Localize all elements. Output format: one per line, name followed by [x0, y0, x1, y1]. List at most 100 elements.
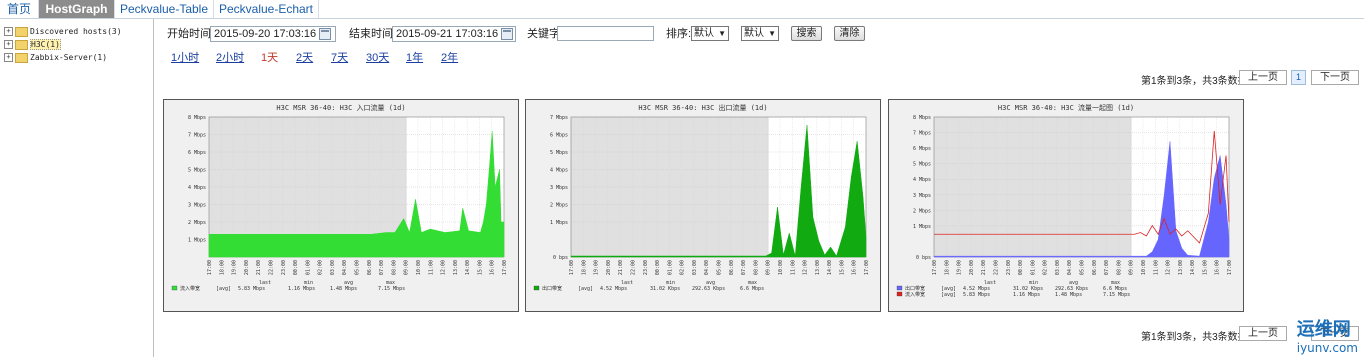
- tree-item-label: Zabbix-Server(1): [30, 53, 108, 62]
- tab-home[interactable]: 首页: [0, 0, 39, 18]
- x-tick-label: 11:00: [790, 260, 796, 275]
- x-tick-label: 02:00: [318, 260, 324, 275]
- end-time-value: 2015-09-21 17:03:16: [396, 28, 499, 40]
- clear-button[interactable]: 清除: [834, 26, 865, 41]
- y-tick-label: 6 Mbps: [188, 150, 206, 156]
- graph-canvas: 1 Mbps 2 Mbps 3 Mbps 4 Mbps 5 Mbps 6 Mbps 7 Mb…: [171, 115, 508, 292]
- page-number-button[interactable]: 1: [1291, 70, 1306, 85]
- x-tick-label: 06:00: [367, 260, 373, 275]
- keyword-input[interactable]: [557, 26, 654, 41]
- x-tick-label: 07:00: [1104, 260, 1110, 275]
- tree-item-zabbix-server[interactable]: + Zabbix-Server(1): [4, 52, 107, 64]
- search-button[interactable]: 搜索: [791, 26, 822, 41]
- x-tick-label: 07:00: [741, 260, 747, 275]
- x-tick-label: 09:00: [1129, 260, 1135, 275]
- sort-label: 排序:: [666, 28, 692, 40]
- x-tick-label: 23:00: [281, 260, 287, 275]
- time-link-1y[interactable]: 1年: [406, 49, 423, 65]
- x-tick-label: 05:00: [355, 260, 361, 275]
- y-tick-label: 0 bps: [916, 255, 931, 261]
- time-link-30d[interactable]: 30天: [366, 49, 389, 65]
- tree-item-h3c[interactable]: + H3C(1): [4, 39, 61, 51]
- next-page-button[interactable]: 下一页: [1311, 70, 1359, 85]
- tab-peckvalue-echart[interactable]: Peckvalue-Echart: [214, 0, 319, 18]
- y-tick-label: 7 Mbps: [913, 131, 931, 137]
- y-tick-label: 5 Mbps: [550, 150, 568, 156]
- x-tick-label: 17:00: [864, 260, 870, 275]
- x-tick-label: 21:00: [256, 260, 262, 275]
- x-tick-label: 23:00: [1006, 260, 1012, 275]
- x-tick-label: 06:00: [729, 260, 735, 275]
- legend-series-name: 出口带宽: [542, 285, 562, 292]
- graph-canvas: 0 bps 1 Mbps 2 Mbps 3 Mbps 4 Mbps 5 Mbps 6 Mbp…: [533, 115, 870, 292]
- y-tick-label: 8 Mbps: [188, 115, 206, 121]
- sort-field-select[interactable]: 默认 ▼: [691, 26, 729, 41]
- x-tick-label: 22:00: [268, 260, 274, 275]
- x-tick-label: 09:00: [766, 260, 772, 275]
- time-link-1d[interactable]: 1天: [261, 49, 278, 65]
- y-tick-label: 1 Mbps: [913, 224, 931, 230]
- x-tick-label: 04:00: [704, 260, 710, 275]
- x-tick-label: 08:00: [753, 260, 759, 275]
- calendar-icon[interactable]: [319, 28, 331, 40]
- x-tick-label: 01:00: [305, 260, 311, 275]
- y-tick-label: 5 Mbps: [913, 162, 931, 168]
- expand-plus-icon[interactable]: +: [4, 27, 13, 36]
- prev-page-button[interactable]: 上一页: [1239, 70, 1287, 85]
- site-watermark-logo: 运维网 iyunv.com: [1297, 315, 1358, 355]
- time-link-2h[interactable]: 2小时: [216, 49, 244, 65]
- x-tick-label: 00:00: [655, 260, 661, 275]
- time-link-7d[interactable]: 7天: [331, 49, 348, 65]
- start-time-label: 开始时间:: [167, 28, 215, 40]
- x-tick-label: 23:00: [643, 260, 649, 275]
- start-time-input[interactable]: 2015-09-20 17:03:16: [210, 26, 336, 42]
- legend-avg-value: 292.63 Kbps: [692, 286, 725, 292]
- time-link-2y[interactable]: 2年: [441, 49, 458, 65]
- y-tick-label: 5 Mbps: [188, 168, 206, 174]
- pager-info-top: 第1条到3条，共3条数据: [1141, 76, 1248, 87]
- x-tick-label: 03:00: [1055, 260, 1061, 275]
- calendar-icon[interactable]: [501, 28, 513, 40]
- expand-plus-icon[interactable]: +: [4, 53, 13, 62]
- graph-combined-traffic: H3C MSR 36-40: H3C 流量一起图 (1d) 0 bps 1 Mbp…: [888, 99, 1244, 312]
- prev-page-button-bottom[interactable]: 上一页: [1239, 326, 1287, 341]
- legend-swatch: [896, 285, 903, 291]
- x-tick-label: 10:00: [1141, 260, 1147, 275]
- legend-last-value: 5.83 Mbps: [963, 292, 990, 298]
- x-tick-label: 20:00: [244, 260, 250, 275]
- y-tick-label: 3 Mbps: [913, 193, 931, 199]
- y-tick-label: 0 bps: [553, 255, 568, 261]
- x-tick-label: 21:00: [981, 260, 987, 275]
- sort-order-select[interactable]: 默认 ▼: [741, 26, 779, 41]
- pager-info-bottom: 第1条到3条，共3条数据: [1141, 332, 1248, 343]
- watermark-main: 运维网: [1296, 319, 1351, 340]
- x-tick-label: 21:00: [618, 260, 624, 275]
- graph-inbound-traffic: H3C MSR 36-40: H3C 入口流量 (1d) 1 Mbps 2 Mbp…: [163, 99, 519, 312]
- x-tick-label: 00:00: [293, 260, 299, 275]
- tab-peckvalue-table[interactable]: Peckvalue-Table: [115, 0, 214, 18]
- legend-last-value: 4.52 Mbps: [600, 286, 627, 292]
- y-tick-label: 2 Mbps: [550, 203, 568, 209]
- y-tick-label: 3 Mbps: [188, 203, 206, 209]
- x-tick-label: 08:00: [1116, 260, 1122, 275]
- x-tick-label: 02:00: [1043, 260, 1049, 275]
- watermark-sub: iyunv.com: [1296, 341, 1358, 355]
- tree-item-discovered-hosts[interactable]: + Discovered hosts(3): [4, 26, 122, 38]
- expand-plus-icon[interactable]: +: [4, 40, 13, 49]
- x-tick-label: 22:00: [993, 260, 999, 275]
- x-tick-label: 04:00: [1067, 260, 1073, 275]
- y-tick-label: 2 Mbps: [913, 208, 931, 214]
- y-tick-label: 6 Mbps: [913, 146, 931, 152]
- legend-last-value: 5.83 Mbps: [238, 286, 265, 292]
- y-tick-label: 3 Mbps: [550, 185, 568, 191]
- y-tick-label: 8 Mbps: [913, 115, 931, 121]
- time-link-2d[interactable]: 2天: [296, 49, 313, 65]
- end-time-input[interactable]: 2015-09-21 17:03:16: [392, 26, 516, 42]
- x-tick-label: 19:00: [232, 260, 238, 275]
- dropdown-arrow-icon: ▼: [768, 29, 776, 38]
- x-tick-label: 03:00: [330, 260, 336, 275]
- sort-order-value: 默认: [744, 28, 764, 39]
- tab-hostgraph[interactable]: HostGraph: [39, 0, 115, 18]
- legend-max-value: 7.15 Mbps: [1103, 292, 1130, 298]
- time-link-1h[interactable]: 1小时: [171, 49, 199, 65]
